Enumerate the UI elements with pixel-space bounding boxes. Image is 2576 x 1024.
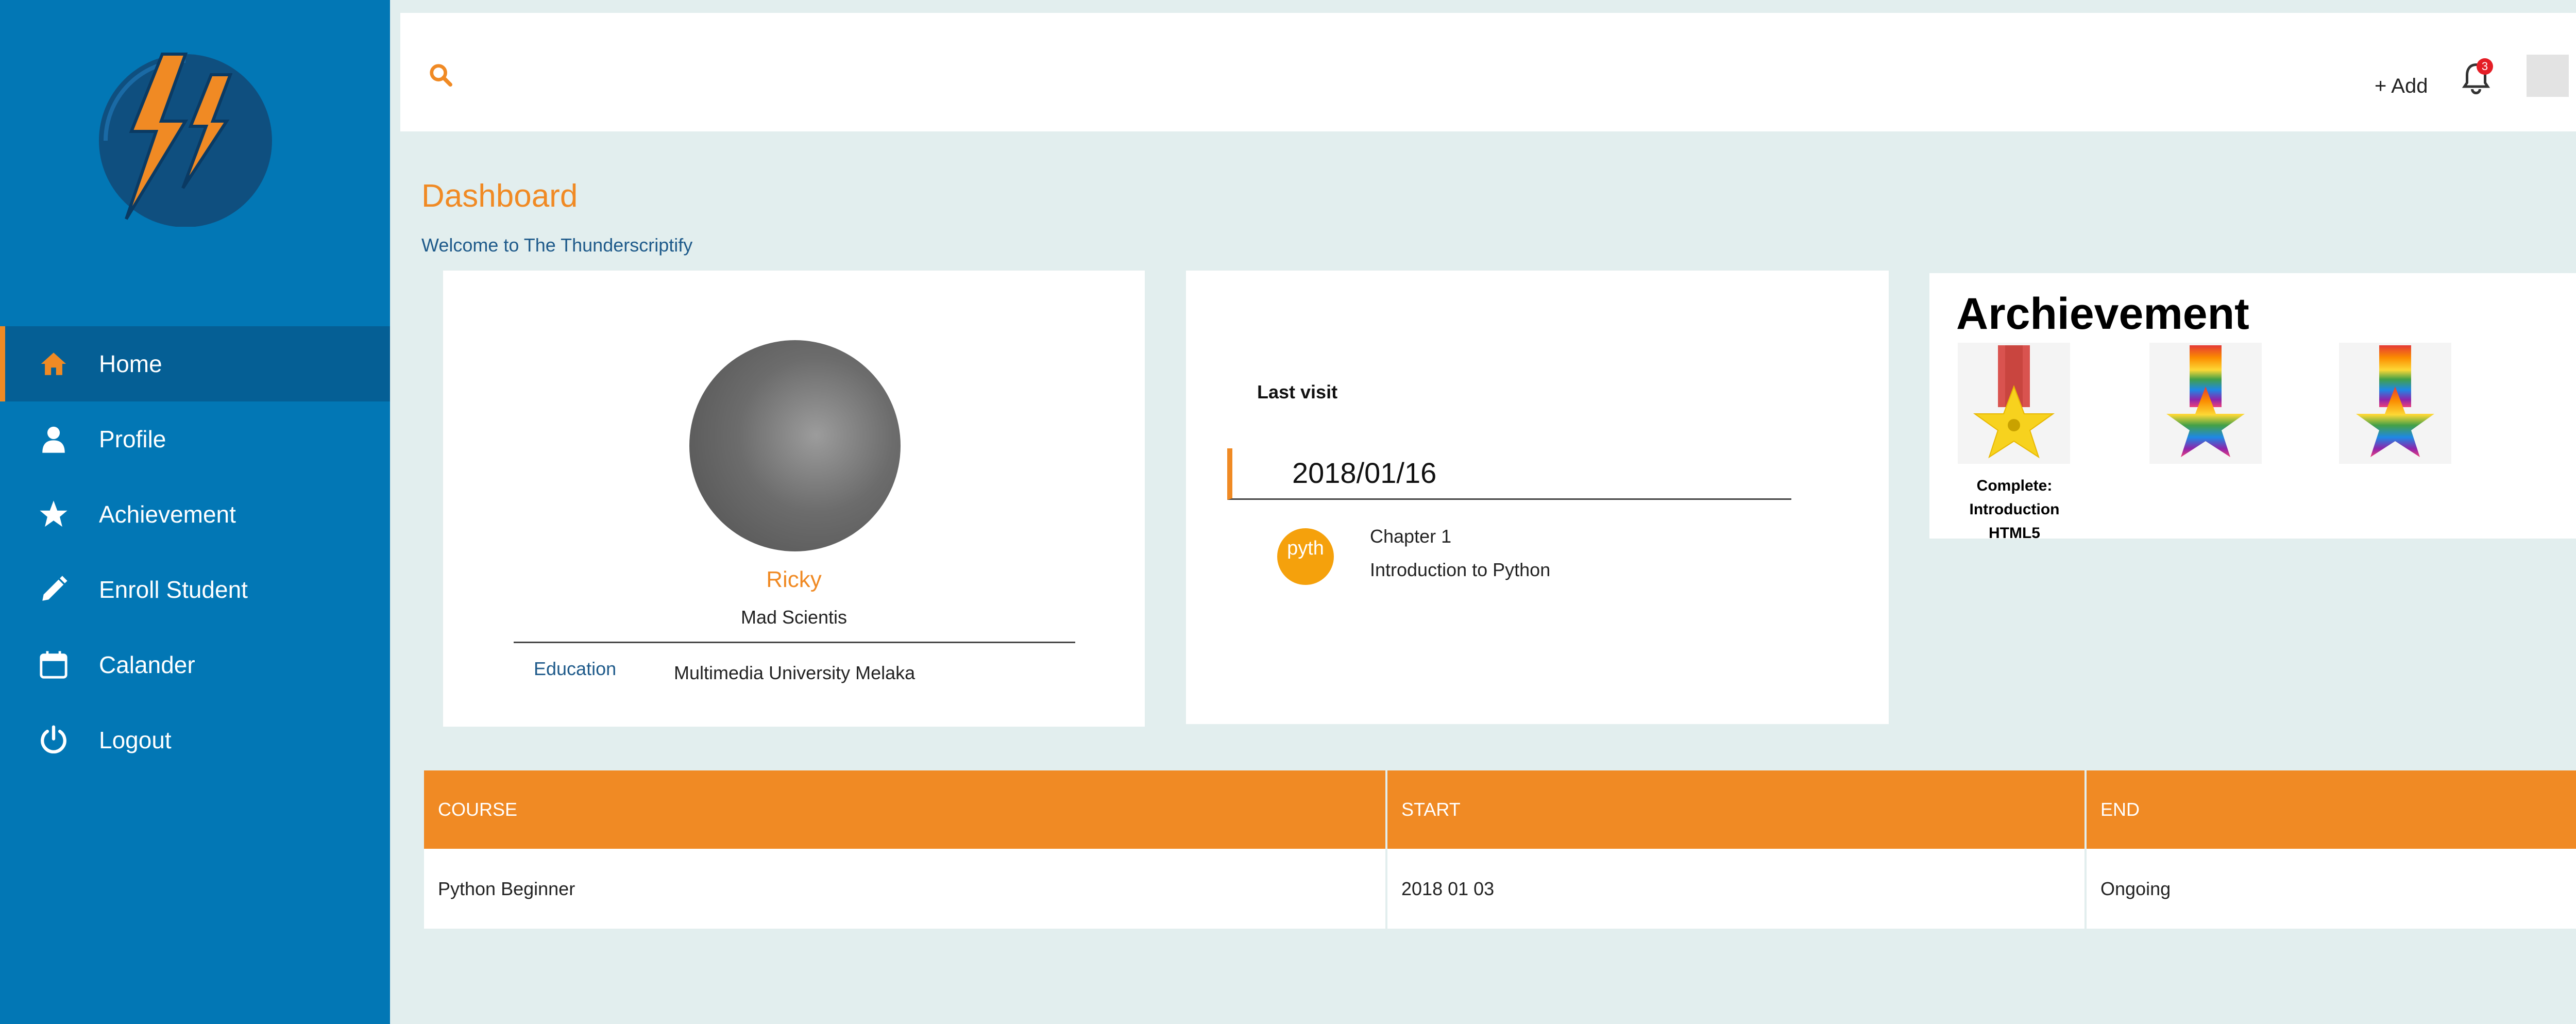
sidebar-item-label: Logout [99,727,172,753]
last-visit-date: 2018/01/16 [1292,457,1437,489]
gold-medal-icon[interactable] [1958,343,2070,464]
achievement-card: Archievement Complete: Introduction HTML… [1929,273,2576,542]
sidebar-item-label: Profile [99,426,166,452]
pencil-icon [37,573,70,606]
sidebar-item-enroll-student[interactable]: Enroll Student [0,552,390,627]
column-header-end[interactable]: END [2087,770,2576,849]
sidebar-item-label: Home [99,350,162,377]
sidebar-item-home[interactable]: Home [0,326,390,401]
sidebar-item-label: Calander [99,651,195,678]
last-visit-label: Last visit [1257,381,1338,402]
sidebar-item-logout[interactable]: Logout [0,702,390,778]
education-value: Multimedia University Melaka [674,662,916,683]
course-badge[interactable]: pyth [1277,528,1334,585]
course-table: COURSE START END Python Beginner 2018 01… [424,770,2576,929]
profile-photo [689,340,901,551]
medal-label: Complete: Introduction HTML5 [1955,474,2074,545]
welcome-text: Welcome to The Thunderscriptify [421,234,693,256]
medal-label-line1: Complete: [1976,477,2053,494]
chapter-subtitle[interactable]: Introduction to Python [1370,559,1550,581]
calendar-icon [37,648,70,681]
star-icon [37,498,70,531]
search-icon[interactable] [429,63,452,87]
education-label: Education [534,658,617,679]
table-header-row: COURSE START END [424,770,2576,849]
last-visit-card: Last visit 2018/01/16 pyth Chapter 1 Int… [1186,271,1889,724]
add-button[interactable]: + Add [2375,75,2428,98]
sidebar-item-label: Achievement [99,501,236,528]
table-cell-end: Ongoing [2087,849,2576,929]
divider [514,642,1075,643]
medal-label-line2: Introduction HTML5 [1969,501,2060,542]
sidebar-nav: Home Profile Achievement Enroll Student … [0,326,390,778]
rainbow-medal-icon[interactable] [2339,343,2451,464]
column-header-course[interactable]: COURSE [424,770,1387,849]
home-icon [37,347,70,380]
rainbow-medal-icon[interactable] [2149,343,2262,464]
topbar: + Add 3 [400,13,2576,131]
profile-name: Ricky [766,567,822,592]
page-title: Dashboard [421,178,578,214]
sidebar-item-calander[interactable]: Calander [0,627,390,702]
table-row[interactable]: Python Beginner 2018 01 03 Ongoing [424,849,2576,929]
table-cell-start: 2018 01 03 [1387,849,2087,929]
sidebar-item-achievement[interactable]: Achievement [0,477,390,552]
column-header-start[interactable]: START [1387,770,2087,849]
user-icon [37,423,70,456]
thunder-logo [99,53,272,227]
power-icon [37,724,70,757]
notification-badge: 3 [2477,58,2493,75]
sidebar-item-profile[interactable]: Profile [0,401,390,477]
chapter-title[interactable]: Chapter 1 [1370,526,1451,547]
profile-role: Mad Scientis [740,607,848,628]
achievement-title: Archievement [1956,289,2249,339]
profile-card: Ricky Mad Scientis Education Multimedia … [443,271,1145,727]
sidebar: Home Profile Achievement Enroll Student … [0,0,390,1024]
avatar[interactable] [2527,55,2569,97]
table-cell-course: Python Beginner [424,849,1387,929]
sidebar-item-label: Enroll Student [99,576,248,603]
